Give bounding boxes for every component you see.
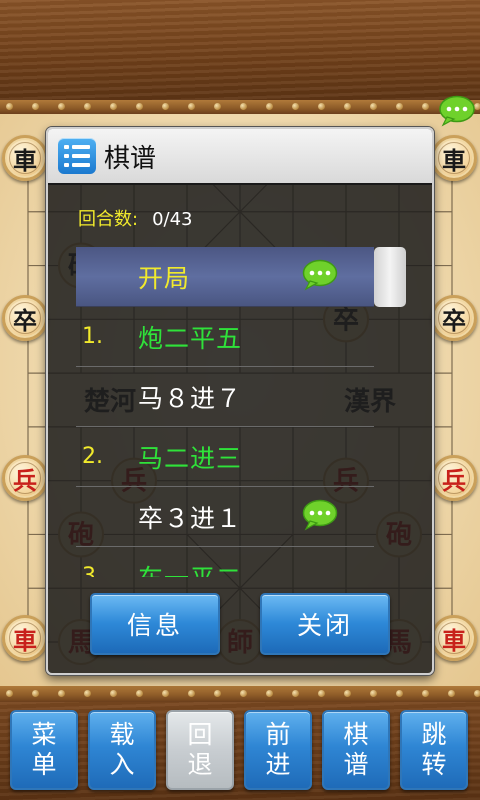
stud-decoration [344,690,351,697]
move-text: 卒３进１ [138,503,243,533]
board-top-edge [0,100,480,114]
jump-button-label: 跳转 [421,720,447,779]
stud-decoration [136,103,143,110]
move-text: 开局 [138,263,191,293]
stud-decoration [474,690,480,697]
piece-char: 車 [442,625,466,655]
dialog-title: 棋谱 [104,143,157,174]
side-piece[interactable]: 卒 [431,295,477,341]
move-list[interactable]: 开局 1. 炮二平五马８进７ 2. 马二进三卒３进１ 3. 车一平二 [76,247,374,577]
move-list-scrollbar[interactable] [374,247,406,307]
wood-header [0,0,480,112]
move-text: 马８进７ [138,383,243,413]
load-button-label: 载入 [109,720,135,779]
close-button[interactable]: 关闭 [260,593,390,655]
side-piece[interactable]: 兵 [2,455,48,501]
stud-decoration [110,103,117,110]
stud-decoration [318,690,325,697]
list-icon [58,138,96,174]
stud-decoration [370,690,377,697]
move-text: 马二进三 [138,443,243,473]
stud-decoration [266,690,273,697]
stud-decoration [6,690,13,697]
move-text: 车一平二 [138,559,242,578]
piece-char: 兵 [13,465,37,495]
menu-button[interactable]: 菜单 [10,710,78,790]
stud-decoration [214,690,221,697]
stud-decoration [162,690,169,697]
move-text: 炮二平五 [138,323,243,353]
record-button[interactable]: 棋谱 [322,710,390,790]
rounds-counter: 回合数: 0/43 [78,205,193,231]
stud-decoration [58,690,65,697]
stud-decoration [448,690,455,697]
stud-decoration [84,103,91,110]
chat-bubble-icon[interactable] [302,259,338,291]
stud-decoration [32,103,39,110]
side-piece[interactable]: 車 [431,135,477,181]
stud-decoration [370,103,377,110]
undo-button[interactable]: 回退 [166,710,234,790]
side-piece[interactable]: 車 [2,615,48,661]
stud-decoration [396,103,403,110]
piece-char: 兵 [442,465,466,495]
chat-bubble-icon[interactable] [302,499,338,531]
stud-decoration [110,690,117,697]
side-piece[interactable]: 車 [431,615,477,661]
dialog-header: 棋谱 [48,129,432,185]
stud-decoration [422,103,429,110]
stud-decoration [188,690,195,697]
side-piece[interactable]: 卒 [2,295,48,341]
stud-decoration [84,690,91,697]
stud-decoration [240,103,247,110]
stud-decoration [162,103,169,110]
jump-button[interactable]: 跳转 [400,710,468,790]
forward-button-label: 前进 [265,720,291,779]
stud-decoration [344,103,351,110]
game-record-dialog: 棋谱 回合数: 0/43 开局 1. 炮二平五马８进７ 2. 马二进三卒３进１ 3. 车一平二… [46,127,434,675]
move-number: 2. [82,444,103,469]
stud-decoration [240,690,247,697]
side-piece[interactable]: 兵 [431,455,477,501]
bottom-toolbar: 菜单 载入 回退 前进 棋谱 跳转 [0,702,480,800]
stud-decoration [214,103,221,110]
stud-decoration [422,690,429,697]
move-number: 3. [82,564,103,577]
stud-decoration [6,103,13,110]
piece-char: 車 [442,145,466,175]
move-row[interactable]: 2. 马二进三 [76,427,374,487]
stud-decoration [266,103,273,110]
rounds-value: 0/43 [152,209,193,230]
piece-char: 車 [13,625,37,655]
rounds-label: 回合数: [78,209,139,230]
piece-char: 卒 [13,305,37,335]
move-row[interactable]: 卒３进１ [76,487,374,547]
stud-decoration [32,690,39,697]
stud-decoration [292,103,299,110]
stud-decoration [136,690,143,697]
record-button-label: 棋谱 [343,720,369,779]
menu-button-label: 菜单 [31,720,57,779]
piece-char: 卒 [442,305,466,335]
stud-decoration [58,103,65,110]
move-row[interactable]: 1. 炮二平五 [76,307,374,367]
side-piece[interactable]: 車 [2,135,48,181]
stud-decoration [188,103,195,110]
forward-button[interactable]: 前进 [244,710,312,790]
move-number: 1. [82,324,103,349]
stud-decoration [318,103,325,110]
move-row[interactable]: 3. 车一平二 [76,547,374,578]
chat-bubble-icon[interactable] [438,95,476,127]
info-button[interactable]: 信息 [90,593,220,655]
move-row[interactable]: 开局 [76,247,374,307]
load-button[interactable]: 载入 [88,710,156,790]
stud-decoration [292,690,299,697]
move-row[interactable]: 马８进７ [76,367,374,427]
board-bottom-edge [0,686,480,702]
undo-button-label: 回退 [187,720,213,779]
stud-decoration [396,690,403,697]
piece-char: 車 [13,145,37,175]
